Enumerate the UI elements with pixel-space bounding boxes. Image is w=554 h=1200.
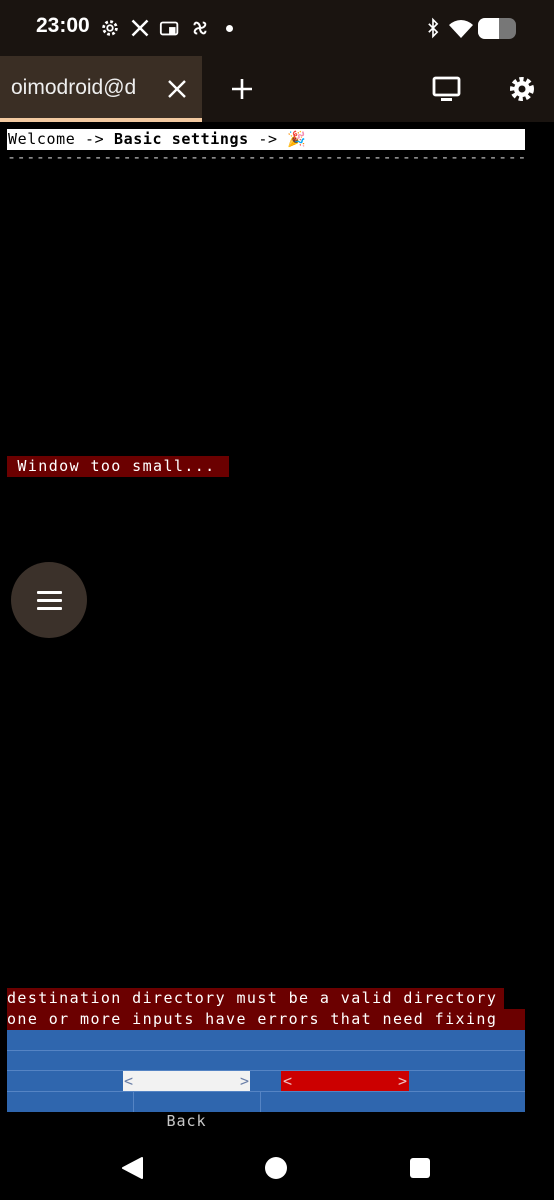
- terminal-screen[interactable]: Welcome -> Basic settings -> 🎉 ---------…: [0, 122, 554, 1132]
- window-too-small-warning: Window too small...: [7, 456, 229, 477]
- status-time: 23:00: [36, 14, 90, 37]
- session-tab-title: oimodroid@d: [11, 76, 137, 99]
- app-toolbar: oimodroid@d: [0, 56, 554, 122]
- pinwheel-icon: [193, 21, 207, 35]
- hamburger-menu-bar: [37, 607, 62, 610]
- divider-line: ----------------------------------------…: [7, 149, 525, 165]
- notification-dot: [226, 25, 233, 32]
- panel-rule: [7, 1070, 525, 1071]
- button-panel: < Back > < >: [7, 1030, 525, 1130]
- new-tab-plus-icon[interactable]: [231, 78, 253, 100]
- wifi-icon: [449, 20, 473, 38]
- error-message-directory: destination directory must be a valid di…: [7, 988, 504, 1009]
- breadcrumb-separator: ->: [75, 130, 114, 148]
- panel-rule: [7, 1050, 525, 1051]
- monitor-icon[interactable]: [432, 76, 461, 102]
- back-button-label: Back: [166, 1112, 207, 1130]
- settings-gear-icon: [102, 20, 118, 36]
- next-button[interactable]: < >: [281, 1071, 409, 1091]
- settings-gear-icon[interactable]: [508, 75, 536, 103]
- hamburger-menu-bar: [37, 599, 62, 602]
- panel-divider: [260, 1091, 261, 1112]
- back-triangle-icon[interactable]: [120, 1156, 144, 1180]
- floating-menu-button[interactable]: [11, 562, 87, 638]
- x-logo-icon: [131, 19, 149, 37]
- panel-rule: [7, 1091, 525, 1092]
- navigation-bar: [0, 1132, 554, 1200]
- error-message-inputs: one or more inputs have errors that need…: [7, 1009, 525, 1030]
- wizard-breadcrumb: Welcome -> Basic settings -> 🎉: [7, 129, 525, 150]
- recents-square-icon[interactable]: [409, 1157, 431, 1179]
- back-button-right-bracket: >: [239, 1072, 249, 1090]
- close-tab-icon[interactable]: [166, 78, 188, 100]
- breadcrumb-separator: ->: [248, 130, 288, 148]
- back-button-left-bracket: <: [124, 1072, 134, 1090]
- session-tab[interactable]: oimodroid@d: [0, 56, 202, 122]
- next-button-left-bracket: <: [283, 1072, 293, 1090]
- bluetooth-icon: [428, 17, 439, 39]
- party-popper-icon: 🎉: [287, 130, 307, 148]
- battery-icon: [478, 18, 516, 39]
- cast-device-icon: [159, 21, 179, 36]
- next-button-right-bracket: >: [397, 1072, 407, 1090]
- breadcrumb-step-welcome: Welcome: [8, 130, 76, 148]
- breadcrumb-step-basic-settings: Basic settings: [113, 130, 249, 148]
- back-button[interactable]: < Back >: [123, 1071, 250, 1130]
- home-circle-icon[interactable]: [264, 1156, 288, 1180]
- status-bar: 23:00: [0, 0, 554, 56]
- hamburger-menu-bar: [37, 591, 62, 594]
